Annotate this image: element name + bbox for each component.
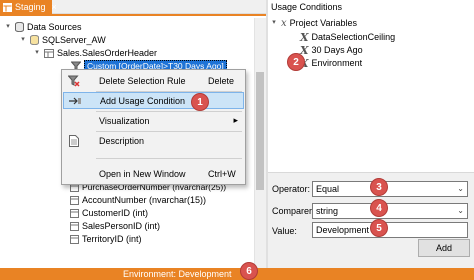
menu-item-label: Visualization (99, 115, 150, 126)
value-label: Value: (272, 226, 297, 236)
tree-label: Sales.SalesOrderHeader (57, 48, 158, 58)
tree-node-variable[interactable]: X Environment (300, 57, 363, 70)
column-icon (70, 221, 79, 231)
table-icon (3, 2, 12, 12)
menu-item-shortcut: Ctrl+W (208, 168, 236, 179)
menu-item-description[interactable]: Description (63, 132, 244, 149)
tree-label: Environment (311, 58, 363, 68)
tree-label: SalesPersonID (int) (82, 221, 161, 231)
status-text: Environment: Development (123, 269, 232, 279)
menu-item-add-usage-condition[interactable]: Add Usage Condition (63, 92, 244, 109)
comparer-select[interactable]: string ⌄ (312, 203, 468, 219)
tree-node-data-sources[interactable]: ▾ Data Sources (4, 21, 82, 33)
datasources-icon (15, 22, 24, 32)
tab-strip (52, 0, 266, 14)
menu-item-spacer (63, 165, 85, 182)
menu-item-label: Delete Selection Rule (99, 75, 186, 86)
usage-conditions-tree: ▾ x Project Variables X DataSelectionCei… (270, 14, 474, 174)
close-icon[interactable]: × (52, 2, 57, 12)
variable-icon: X (300, 30, 309, 44)
tree-label: DataSelectionCeiling (311, 32, 396, 42)
collapse-icon[interactable]: ▾ (4, 23, 12, 31)
step-badge: 5 (370, 219, 388, 237)
chevron-down-icon: ⌄ (457, 184, 464, 193)
tree-node-project-variables[interactable]: ▾ x Project Variables (270, 17, 357, 29)
operator-select[interactable]: Equal ⌄ (312, 181, 468, 197)
tab-staging[interactable]: Staging × (0, 0, 57, 14)
tab-underline (0, 14, 266, 16)
tree-node-table[interactable]: ▾ Sales.SalesOrderHeader (33, 47, 157, 59)
tab-label: Staging (15, 2, 46, 12)
menu-item-label: Open in New Window (99, 168, 186, 179)
tree-label: 30 Days Ago (311, 45, 363, 55)
step-badge: 6 (240, 262, 258, 280)
tree-node-column[interactable]: TerritoryID (int) (70, 233, 142, 245)
step-badge: 4 (370, 199, 388, 217)
delete-filter-icon (63, 72, 85, 89)
tree-node-column[interactable]: SalesPersonID (int) (70, 220, 160, 232)
context-menu: Delete Selection Rule Delete Add Usage C… (61, 69, 246, 185)
tree-label: AccountNumber (nvarchar(15)) (82, 195, 207, 205)
step-badge: 2 (287, 53, 305, 71)
database-icon (30, 35, 39, 45)
collapse-icon[interactable]: ▾ (19, 36, 27, 44)
submenu-arrow-icon: ▸ (233, 115, 238, 125)
tree-node-variable[interactable]: X DataSelectionCeiling (300, 30, 396, 44)
value-text: Development (316, 225, 370, 235)
tree-node-variable[interactable]: X 30 Days Ago (300, 44, 363, 57)
tree-label: SQLServer_AW (42, 35, 106, 45)
operator-label: Operator: (272, 184, 311, 194)
menu-item-shortcut: Delete (208, 75, 235, 86)
step-badge: 3 (370, 178, 388, 196)
tree-label: CustomerID (int) (82, 208, 149, 218)
tree-label: Data Sources (27, 22, 82, 32)
column-icon (70, 234, 79, 244)
operator-value: Equal (316, 184, 340, 194)
tree-node-server[interactable]: ▾ SQLServer_AW (19, 34, 106, 46)
comparer-label: Comparer: (272, 206, 315, 216)
add-condition-icon (64, 92, 86, 109)
menu-separator (96, 158, 242, 159)
tree-label: Project Variables (289, 18, 358, 28)
collapse-icon[interactable]: ▾ (270, 19, 278, 27)
usage-conditions-title: Usage Conditions (268, 0, 474, 14)
tree-label: TerritoryID (int) (82, 234, 142, 244)
collapse-icon[interactable]: ▾ (33, 49, 41, 57)
description-icon (63, 132, 85, 149)
menu-item-open-new-window[interactable]: Open in New Window Ctrl+W (63, 165, 244, 182)
step-badge: 1 (191, 93, 209, 111)
tree-node-column[interactable]: AccountNumber (nvarchar(15)) (70, 194, 206, 206)
column-icon (70, 208, 79, 218)
table-icon (44, 48, 54, 58)
variable-icon: x (281, 17, 287, 29)
tree-node-column[interactable]: CustomerID (int) (70, 207, 148, 219)
column-icon (70, 195, 79, 205)
menu-item-delete-selection-rule[interactable]: Delete Selection Rule Delete (63, 72, 244, 89)
scrollbar-thumb[interactable] (256, 72, 264, 190)
comparer-value: string (316, 206, 339, 216)
menu-item-label: Description (99, 135, 145, 146)
menu-item-label: Add Usage Condition (100, 95, 186, 106)
status-bar: Environment: Development (0, 268, 474, 280)
chevron-down-icon: ⌄ (457, 206, 464, 215)
add-button[interactable]: Add (418, 239, 470, 257)
menu-item-spacer (63, 112, 85, 129)
value-input[interactable]: Development (312, 222, 468, 238)
menu-item-visualization[interactable]: Visualization ▸ (63, 112, 244, 129)
